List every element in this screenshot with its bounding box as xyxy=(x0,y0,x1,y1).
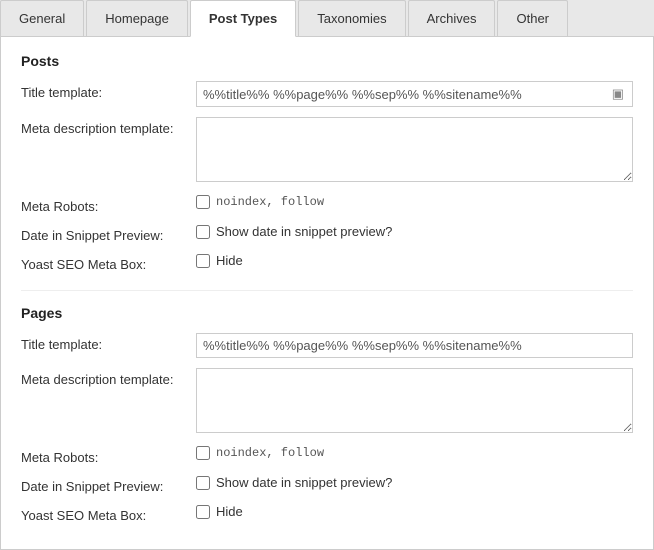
pages-meta-desc-textarea[interactable] xyxy=(196,368,633,433)
posts-meta-robots-value: noindex, follow xyxy=(216,195,324,209)
posts-yoast-checkbox-row: Hide xyxy=(196,253,633,268)
pages-section-title: Pages xyxy=(21,305,633,321)
posts-yoast-label: Yoast SEO Meta Box: xyxy=(21,253,196,272)
posts-meta-robots-wrapper: noindex, follow xyxy=(196,195,633,209)
posts-meta-desc-wrapper xyxy=(196,117,633,185)
posts-title-field-wrapper: %%title%% %%page%% %%sep%% %%sitename%% … xyxy=(196,81,633,107)
posts-meta-robots-checkbox[interactable] xyxy=(196,195,210,209)
posts-title-row: Title template: %%title%% %%page%% %%sep… xyxy=(21,81,633,107)
pages-meta-robots-row: Meta Robots: noindex, follow xyxy=(21,446,633,465)
pages-meta-desc-wrapper xyxy=(196,368,633,436)
posts-section-title: Posts xyxy=(21,53,633,69)
pages-title-field-wrapper: %%title%% %%page%% %%sep%% %%sitename%% xyxy=(196,333,633,358)
posts-date-snippet-wrapper: Show date in snippet preview? xyxy=(196,224,633,239)
posts-date-snippet-checkbox[interactable] xyxy=(196,225,210,239)
pages-title-label: Title template: xyxy=(21,333,196,352)
pages-date-snippet-wrapper: Show date in snippet preview? xyxy=(196,475,633,490)
posts-date-snippet-row: Date in Snippet Preview: Show date in sn… xyxy=(21,224,633,243)
posts-yoast-value: Hide xyxy=(216,253,243,268)
pages-yoast-label: Yoast SEO Meta Box: xyxy=(21,504,196,523)
posts-date-snippet-label: Date in Snippet Preview: xyxy=(21,224,196,243)
pages-yoast-row: Yoast SEO Meta Box: Hide xyxy=(21,504,633,523)
section-divider xyxy=(21,290,633,291)
posts-yoast-wrapper: Hide xyxy=(196,253,633,268)
posts-section: Posts Title template: %%title%% %%page%%… xyxy=(21,53,633,272)
pages-meta-robots-value: noindex, follow xyxy=(216,446,324,460)
posts-title-input[interactable]: %%title%% %%page%% %%sep%% %%sitename%% … xyxy=(196,81,633,107)
pages-yoast-checkbox-row: Hide xyxy=(196,504,633,519)
tab-other[interactable]: Other xyxy=(497,0,568,36)
pages-meta-desc-row: Meta description template: xyxy=(21,368,633,436)
tabs-container: General Homepage Post Types Taxonomies A… xyxy=(0,0,654,37)
pages-title-row: Title template: %%title%% %%page%% %%sep… xyxy=(21,333,633,358)
posts-yoast-checkbox[interactable] xyxy=(196,254,210,268)
pages-date-snippet-checkbox-row: Show date in snippet preview? xyxy=(196,475,633,490)
pages-meta-robots-label: Meta Robots: xyxy=(21,446,196,465)
pages-date-snippet-value: Show date in snippet preview? xyxy=(216,475,392,490)
insert-tag-icon[interactable]: ▣ xyxy=(610,86,626,102)
posts-meta-robots-row: Meta Robots: noindex, follow xyxy=(21,195,633,214)
tab-post-types[interactable]: Post Types xyxy=(190,0,296,37)
posts-title-value: %%title%% %%page%% %%sep%% %%sitename%% xyxy=(203,87,610,102)
pages-meta-robots-checkbox[interactable] xyxy=(196,446,210,460)
pages-meta-robots-wrapper: noindex, follow xyxy=(196,446,633,460)
pages-date-snippet-checkbox[interactable] xyxy=(196,476,210,490)
pages-date-snippet-row: Date in Snippet Preview: Show date in sn… xyxy=(21,475,633,494)
posts-date-snippet-value: Show date in snippet preview? xyxy=(216,224,392,239)
posts-title-label: Title template: xyxy=(21,81,196,100)
posts-meta-robots-label: Meta Robots: xyxy=(21,195,196,214)
pages-title-value: %%title%% %%page%% %%sep%% %%sitename%% xyxy=(203,338,626,353)
posts-meta-desc-label: Meta description template: xyxy=(21,117,196,136)
posts-meta-robots-checkbox-row: noindex, follow xyxy=(196,195,633,209)
posts-yoast-row: Yoast SEO Meta Box: Hide xyxy=(21,253,633,272)
tab-general[interactable]: General xyxy=(0,0,84,36)
posts-meta-desc-textarea[interactable] xyxy=(196,117,633,182)
pages-yoast-checkbox[interactable] xyxy=(196,505,210,519)
tab-taxonomies[interactable]: Taxonomies xyxy=(298,0,405,36)
posts-meta-desc-row: Meta description template: xyxy=(21,117,633,185)
tab-bar: General Homepage Post Types Taxonomies A… xyxy=(0,0,654,37)
tab-archives[interactable]: Archives xyxy=(408,0,496,36)
pages-meta-robots-checkbox-row: noindex, follow xyxy=(196,446,633,460)
pages-section: Pages Title template: %%title%% %%page%%… xyxy=(21,305,633,523)
tab-homepage[interactable]: Homepage xyxy=(86,0,188,36)
pages-yoast-wrapper: Hide xyxy=(196,504,633,519)
pages-yoast-value: Hide xyxy=(216,504,243,519)
pages-title-input[interactable]: %%title%% %%page%% %%sep%% %%sitename%% xyxy=(196,333,633,358)
posts-date-snippet-checkbox-row: Show date in snippet preview? xyxy=(196,224,633,239)
pages-date-snippet-label: Date in Snippet Preview: xyxy=(21,475,196,494)
pages-meta-desc-label: Meta description template: xyxy=(21,368,196,387)
main-content: Posts Title template: %%title%% %%page%%… xyxy=(0,37,654,550)
